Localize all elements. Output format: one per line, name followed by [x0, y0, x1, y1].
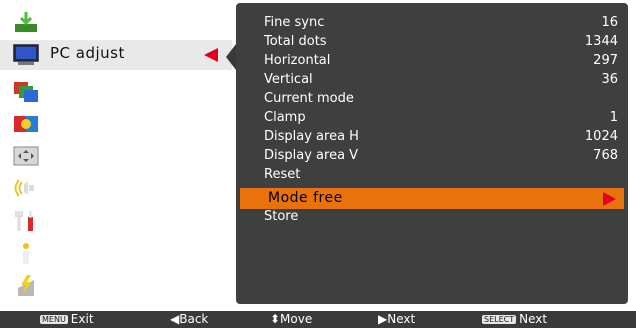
setting-icon — [15, 211, 33, 231]
menu-item-screen[interactable]: Screen — [0, 141, 232, 171]
help-back: ◀Back — [170, 312, 209, 326]
row-value: 297 — [593, 53, 618, 68]
select-key-icon: SELECT — [482, 315, 517, 324]
row-label: Vertical — [264, 72, 313, 87]
menu-item-network[interactable]: Network — [0, 271, 232, 301]
display-area-v-row[interactable]: Display area V 768 — [264, 147, 618, 166]
row-label: Clamp — [264, 110, 306, 125]
menu-item-label: Screen — [50, 145, 105, 163]
menu-item-label: Setting — [50, 210, 108, 228]
row-label: Total dots — [264, 34, 327, 49]
row-label: Display area H — [264, 129, 359, 144]
row-value: 1024 — [584, 129, 618, 144]
pc-adjust-icon — [13, 44, 39, 65]
row-value: 1344 — [584, 34, 618, 49]
menu-item-information[interactable]: Information — [0, 239, 232, 269]
menu-item-label: Image select — [50, 81, 153, 99]
menu-item-label: Information — [50, 243, 143, 261]
clamp-row[interactable]: Clamp 1 — [264, 109, 618, 128]
mode-free-row[interactable]: Mode free — [240, 188, 624, 209]
menu-item-input[interactable]: Input — [0, 7, 232, 37]
menu-item-sound[interactable]: Sound — [0, 173, 232, 203]
pc-adjust-panel: Fine sync 16 Total dots 1344 Horizontal … — [236, 3, 628, 304]
row-value: 768 — [593, 148, 618, 163]
vertical-row[interactable]: Vertical 36 — [264, 71, 618, 90]
row-value: 16 — [601, 15, 618, 30]
image-adjust-icon — [14, 116, 38, 132]
row-label: Mode free — [268, 190, 343, 206]
menu-item-label: Sound — [50, 177, 100, 195]
row-label: Current mode — [264, 91, 354, 106]
current-mode-row[interactable]: Current mode — [264, 90, 618, 109]
store-row[interactable]: Store — [264, 208, 618, 227]
projector-menu-screen: Input PC adjust Image select Image adjus… — [0, 0, 636, 328]
row-value: 36 — [601, 72, 618, 87]
menu-key-icon: MENU — [40, 315, 68, 324]
help-select-next: SELECT Next — [482, 312, 548, 326]
display-area-h-row[interactable]: Display area H 1024 — [264, 128, 618, 147]
menu-item-setting[interactable]: Setting — [0, 206, 232, 236]
menu-item-label: Image adjust — [50, 113, 154, 131]
input-icon — [15, 12, 37, 32]
main-menu: Input PC adjust Image select Image adjus… — [0, 0, 232, 306]
menu-item-label: Network — [50, 275, 117, 293]
horizontal-row[interactable]: Horizontal 297 — [264, 52, 618, 71]
menu-item-label: Input — [50, 11, 92, 29]
total-dots-row[interactable]: Total dots 1344 — [264, 33, 618, 52]
row-label: Store — [264, 209, 299, 224]
menu-item-image-select[interactable]: Image select — [0, 77, 232, 107]
row-label: Horizontal — [264, 53, 331, 68]
help-next: ▶Next — [378, 312, 416, 326]
help-move: ⬍Move — [270, 312, 313, 326]
menu-item-pc-adjust[interactable]: PC adjust — [0, 40, 232, 70]
selection-pointer — [226, 44, 236, 70]
image-select-icon — [14, 82, 38, 102]
row-label: Reset — [264, 167, 301, 182]
screen-icon — [13, 146, 39, 166]
reset-row[interactable]: Reset — [264, 166, 618, 185]
help-exit: MENU Exit — [40, 312, 94, 326]
row-label: Display area V — [264, 148, 359, 163]
submenu-arrow-icon — [603, 192, 616, 206]
menu-item-image-adjust[interactable]: Image adjust — [0, 109, 232, 139]
fine-sync-row[interactable]: Fine sync 16 — [264, 14, 618, 33]
selection-arrow-icon — [204, 48, 218, 62]
network-icon — [18, 275, 34, 296]
sound-icon — [14, 179, 34, 197]
menu-item-label: PC adjust — [50, 44, 125, 62]
information-icon — [23, 243, 29, 264]
row-label: Fine sync — [264, 15, 325, 30]
help-bar: MENU Exit ◀Back ⬍Move ▶Next SELECT Next — [0, 311, 636, 328]
row-value: 1 — [609, 110, 618, 125]
